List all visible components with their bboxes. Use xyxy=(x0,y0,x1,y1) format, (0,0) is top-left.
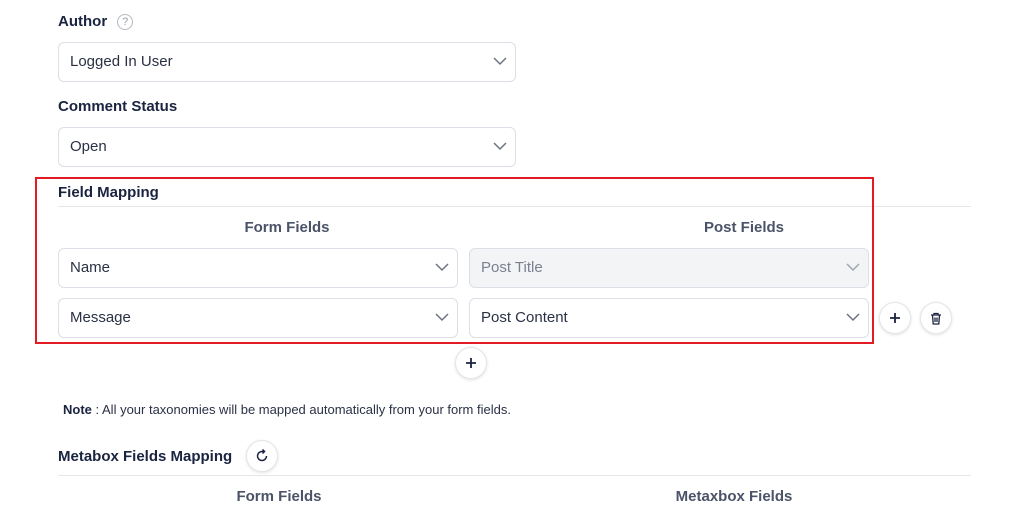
metabox-divider xyxy=(58,475,971,476)
plus-icon xyxy=(890,313,900,323)
chevron-down-icon xyxy=(493,57,507,66)
metabox-form-fields-header: Form Fields xyxy=(236,488,322,505)
refresh-icon xyxy=(256,449,268,462)
add-mapping-button[interactable] xyxy=(455,347,487,379)
refresh-button[interactable] xyxy=(246,440,278,472)
note-text: : All your taxonomies will be mapped aut… xyxy=(91,402,511,417)
help-icon[interactable]: ? xyxy=(117,14,134,30)
delete-row-button[interactable] xyxy=(920,302,952,334)
note-prefix: Note xyxy=(63,402,92,417)
comment-status-value: Open xyxy=(70,138,107,155)
author-select-value: Logged In User xyxy=(70,53,173,70)
chevron-down-icon xyxy=(493,142,507,151)
author-label: Author? xyxy=(58,13,134,30)
comment-status-select[interactable]: Open xyxy=(58,127,516,167)
metabox-fields-header: Metaxbox Fields xyxy=(675,488,793,505)
trash-icon xyxy=(931,312,941,325)
author-select[interactable]: Logged In User xyxy=(58,42,516,82)
plus-icon xyxy=(466,358,476,368)
taxonomy-note: Note : All your taxonomies will be mappe… xyxy=(63,402,511,417)
comment-status-label: Comment Status xyxy=(58,98,178,115)
field-mapping-highlight xyxy=(35,177,874,344)
metabox-title: Metabox Fields Mapping xyxy=(58,448,233,465)
add-row-button[interactable] xyxy=(879,302,911,334)
